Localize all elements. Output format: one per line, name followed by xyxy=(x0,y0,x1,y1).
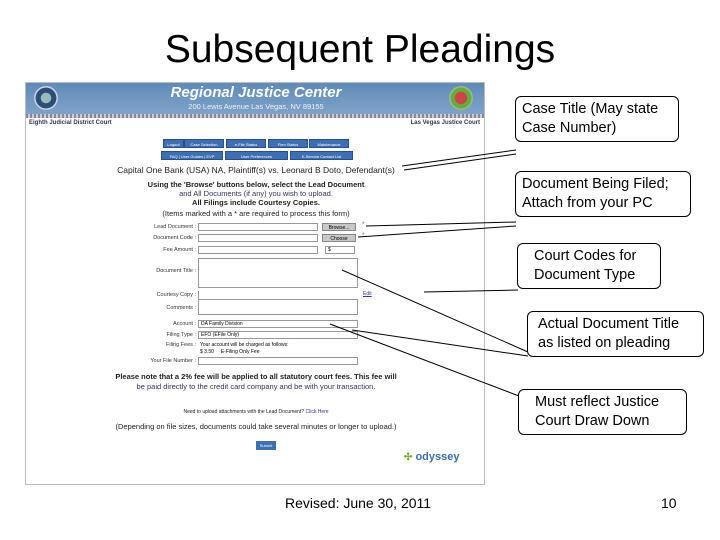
connector-line xyxy=(351,329,529,357)
connector-line xyxy=(401,149,517,167)
connector-line xyxy=(329,323,520,397)
callout-draw-down: Must reflect Justice Court Draw Down xyxy=(518,389,687,435)
callout-case-title: Case Title (May state Case Number) xyxy=(515,96,679,142)
callout-document-title: Actual Document Title as listed on plead… xyxy=(527,311,704,357)
connector-line xyxy=(365,221,517,227)
slide-page-number: 10 xyxy=(661,495,677,511)
callout-court-codes: Court Codes for Document Type xyxy=(517,243,661,289)
callout-document-filed: Document Being Filed; Attach from your P… xyxy=(515,171,691,217)
connector-line xyxy=(423,289,519,293)
connector-line xyxy=(403,153,517,171)
connector-line xyxy=(357,225,517,238)
slide-footer: Revised: June 30, 2011 xyxy=(285,495,432,511)
